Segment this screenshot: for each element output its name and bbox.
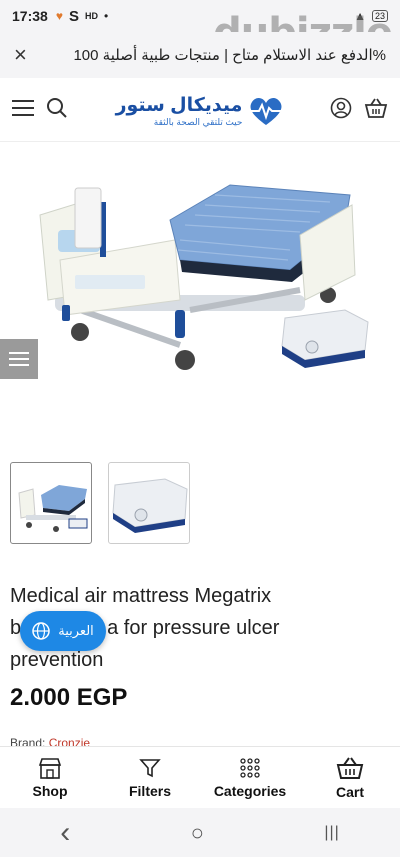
logo-name: ميديكال ستور [115, 94, 243, 116]
system-navigation-bar: ‹ ○ ||| [0, 808, 400, 857]
thumbnail-pump[interactable] [108, 462, 190, 544]
nav-shop[interactable]: Shop [5, 757, 95, 799]
product-title-line1: Medical air mattress Megatrix [10, 585, 272, 607]
home-icon[interactable]: ○ [191, 820, 204, 846]
nav-filters[interactable]: Filters [105, 757, 195, 799]
store-logo[interactable]: ميديكال ستور حيث تلتقي الصحة بالثقة [92, 94, 308, 128]
nav-cart-label: Cart [335, 783, 364, 800]
bottom-navigation: Shop Filters Categories Cart [0, 746, 400, 808]
announcement-text: %الدفع عند الاستلام متاح | منتجات طبية أ… [73, 47, 386, 64]
search-icon[interactable] [46, 97, 68, 124]
nav-filters-label: Filters [128, 782, 171, 799]
announcement-bar: %الدفع عند الاستلام متاح | منتجات طبية أ… [0, 32, 400, 78]
nav-categories-label: Categories [213, 782, 287, 799]
status-icons: ♥ S HD • [56, 8, 108, 25]
language-switch-button[interactable]: العربية [20, 611, 106, 651]
cart-icon[interactable] [364, 97, 388, 124]
recent-apps-icon[interactable]: ||| [324, 824, 339, 842]
side-menu-handle[interactable] [0, 339, 38, 379]
nav-shop-label: Shop [32, 782, 68, 799]
site-header: ميديكال ستور حيث تلتقي الصحة بالثقة [0, 80, 400, 142]
thumbnail-bed[interactable] [10, 462, 92, 544]
nav-categories[interactable]: Categories [205, 757, 295, 799]
shop-icon [38, 757, 62, 779]
heart-status-icon: ♥ [55, 9, 63, 23]
back-icon[interactable]: ‹ [60, 816, 70, 850]
status-time: 17:38 [12, 8, 48, 24]
thumbnail-gallery [10, 462, 190, 544]
nav-cart[interactable]: Cart [305, 756, 395, 800]
s-status-icon: S [68, 7, 79, 25]
heart-logo-icon [250, 97, 282, 125]
close-icon[interactable]: × [14, 42, 27, 68]
dot-status-icon: • [103, 9, 109, 23]
categories-icon [240, 757, 260, 778]
product-title-line2-end: a for pressure ulcer [107, 617, 280, 639]
product-price: 2.000 EGP [10, 684, 128, 711]
globe-icon [32, 622, 50, 640]
basket-icon [336, 756, 364, 779]
user-icon[interactable] [330, 97, 352, 124]
menu-icon[interactable] [12, 99, 34, 122]
hd-status-icon: HD [84, 11, 98, 21]
language-label: العربية [58, 623, 94, 638]
filter-icon [139, 758, 161, 777]
logo-tagline: حيث تلتقي الصحة بالثقة [153, 116, 243, 127]
product-main-image[interactable] [0, 150, 400, 440]
